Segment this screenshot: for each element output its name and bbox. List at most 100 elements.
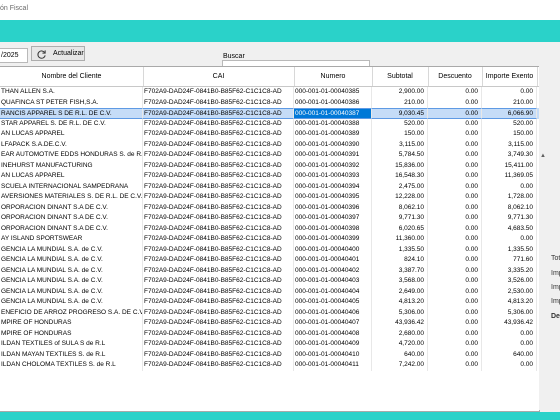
cell-subtotal[interactable]: 2,680.00 [372,328,428,339]
cell-cai[interactable]: F702A9-DAD24F-0841B0-B85F62-C1C1C8-AD [143,276,294,287]
cell-cai[interactable]: F702A9-DAD24F-0841B0-B85F62-C1C1C8-AD [143,244,294,255]
col-header-numero[interactable]: Numero [294,67,373,86]
cell-client-name[interactable]: THAN ALLEN S.A. [0,87,143,98]
cell-exento[interactable]: 210.00 [482,97,537,108]
cell-descuento[interactable]: 0.00 [428,318,482,329]
cell-subtotal[interactable]: 1,335.50 [372,244,428,255]
cell-cai[interactable]: F702A9-DAD24F-0841B0-B85F62-C1C1C8-AD [143,97,294,108]
cell-client-name[interactable]: GENCIA LA MUNDIAL S.A. de C.V. [0,276,143,287]
cell-descuento[interactable]: 0.00 [428,244,482,255]
cell-client-name[interactable]: ORPORACION DINANT S.A DE C.V. [0,202,143,213]
col-header-cai[interactable]: CAI [143,67,295,86]
table-row[interactable]: AVERSIONES MATERIALES S. DE R.L. DE C.V.… [0,192,539,203]
cell-cai[interactable]: F702A9-DAD24F-0841B0-B85F62-C1C1C8-AD [143,108,294,119]
cell-exento[interactable]: 2,530.00 [482,286,537,297]
cell-exento[interactable]: 3,115.00 [482,139,537,150]
cell-descuento[interactable]: 0.00 [428,255,482,266]
cell-descuento[interactable]: 0.00 [428,360,482,371]
cell-client-name[interactable]: GENCIA LA MUNDIAL S.A. de C.V. [0,244,143,255]
cell-exento[interactable]: 3,526.00 [482,276,537,287]
cell-numero[interactable]: 000-001-01-00040397 [294,213,372,224]
cell-cai[interactable]: F702A9-DAD24F-0841B0-B85F62-C1C1C8-AD [143,223,294,234]
cell-descuento[interactable]: 0.00 [428,202,482,213]
cell-subtotal[interactable]: 43,936.42 [372,318,428,329]
cell-client-name[interactable]: ORPORACION DINANT S.A DE C.V. [0,213,143,224]
cell-numero[interactable]: 000-001-01-00040394 [294,181,372,192]
cell-descuento[interactable]: 0.00 [428,286,482,297]
cell-client-name[interactable]: ILDAN TEXTILES of SULA S de R.L [0,339,143,350]
cell-client-name[interactable]: GENCIA LA MUNDIAL S.A. de C.V. [0,265,143,276]
cell-exento[interactable]: 3,749.30 [482,150,537,161]
table-row[interactable]: GENCIA LA MUNDIAL S.A. de C.V. F702A9-DAD… [0,244,539,255]
cell-descuento[interactable]: 0.00 [428,160,482,171]
table-row[interactable]: QUAFINCA ST PETER FISH,S.A. F702A9-DAD24F… [0,97,539,108]
cell-cai[interactable]: F702A9-DAD24F-0841B0-B85F62-C1C1C8-AD [143,118,294,129]
cell-numero[interactable]: 000-001-01-00040404 [294,286,372,297]
cell-exento[interactable]: 150.00 [482,129,537,140]
cell-descuento[interactable]: 0.00 [428,276,482,287]
cell-cai[interactable]: F702A9-DAD24F-0841B0-B85F62-C1C1C8-AD [143,160,294,171]
table-row[interactable]: INEHURST MANUFACTURING F702A9-DAD24F-0841… [0,160,539,171]
cell-cai[interactable]: F702A9-DAD24F-0841B0-B85F62-C1C1C8-AD [143,318,294,329]
cell-exento[interactable]: 0.00 [482,360,537,371]
cell-exento[interactable]: 6,066.90 [482,108,537,119]
cell-numero[interactable]: 000-001-01-00040389 [294,129,372,140]
cell-subtotal[interactable]: 9,030.45 [372,108,428,119]
cell-cai[interactable]: F702A9-DAD24F-0841B0-B85F62-C1C1C8-AD [143,202,294,213]
cell-cai[interactable]: F702A9-DAD24F-0841B0-B85F62-C1C1C8-AD [143,360,294,371]
cell-subtotal[interactable]: 12,228.00 [372,192,428,203]
col-header-name[interactable]: Nombre del Cliente [0,67,144,86]
cell-subtotal[interactable]: 2,649.00 [372,286,428,297]
cell-subtotal[interactable]: 8,062.10 [372,202,428,213]
cell-cai[interactable]: F702A9-DAD24F-0841B0-B85F62-C1C1C8-AD [143,265,294,276]
cell-exento[interactable]: 640.00 [482,349,537,360]
table-row[interactable]: ILDAN MAYAN TEXTILES S. de R.L F702A9-DAD… [0,349,539,360]
cell-numero[interactable]: 000-001-01-00040391 [294,150,372,161]
cell-client-name[interactable]: GENCIA LA MUNDIAL S.A. de C.V. [0,255,143,266]
refresh-button[interactable]: Actualizar [31,46,85,61]
cell-cai[interactable]: F702A9-DAD24F-0841B0-B85F62-C1C1C8-AD [143,297,294,308]
cell-client-name[interactable]: QUAFINCA ST PETER FISH,S.A. [0,97,143,108]
cell-client-name[interactable]: AN LUCAS APPAREL [0,171,143,182]
cell-exento[interactable]: 11,369.05 [482,171,537,182]
table-row[interactable]: GENCIA LA MUNDIAL S.A. de C.V. F702A9-DAD… [0,255,539,266]
cell-subtotal[interactable]: 15,836.00 [372,160,428,171]
table-row[interactable]: GENCIA LA MUNDIAL S.A. de C.V. F702A9-DAD… [0,297,539,308]
cell-cai[interactable]: F702A9-DAD24F-0841B0-B85F62-C1C1C8-AD [143,150,294,161]
table-row[interactable]: GENCIA LA MUNDIAL S.A. de C.V. F702A9-DAD… [0,265,539,276]
cell-numero[interactable]: 000-001-01-00040396 [294,202,372,213]
cell-subtotal[interactable]: 2,475.00 [372,181,428,192]
cell-exento[interactable]: 15,411.00 [482,160,537,171]
cell-cai[interactable]: F702A9-DAD24F-0841B0-B85F62-C1C1C8-AD [143,129,294,140]
table-row[interactable]: GENCIA LA MUNDIAL S.A. de C.V. F702A9-DAD… [0,276,539,287]
table-row[interactable]: MPIRE OF HONDURAS F702A9-DAD24F-0841B0-B8… [0,318,539,329]
table-row[interactable]: AN LUCAS APPAREL F702A9-DAD24F-0841B0-B85… [0,171,539,182]
invoice-grid[interactable]: Nombre del Cliente CAI Numero Subtotal D… [0,66,540,412]
table-row[interactable]: ILDAN CHOLOMA TEXTILES S. de R.L F702A9-D… [0,360,539,371]
cell-descuento[interactable]: 0.00 [428,181,482,192]
cell-client-name[interactable]: MPIRE OF HONDURAS [0,318,143,329]
cell-numero[interactable]: 000-001-01-00040407 [294,318,372,329]
cell-client-name[interactable]: ILDAN MAYAN TEXTILES S. de R.L [0,349,143,360]
cell-subtotal[interactable]: 520.00 [372,118,428,129]
cell-subtotal[interactable]: 3,568.00 [372,276,428,287]
cell-exento[interactable]: 520.00 [482,118,537,129]
cell-subtotal[interactable]: 6,020.65 [372,223,428,234]
cell-subtotal[interactable]: 3,115.00 [372,139,428,150]
cell-numero[interactable]: 000-001-01-00040405 [294,297,372,308]
cell-numero[interactable]: 000-001-01-00040387 [294,108,372,119]
cell-exento[interactable]: 1,728.00 [482,192,537,203]
table-row[interactable]: ORPORACION DINANT S.A DE C.V. F702A9-DAD2… [0,213,539,224]
cell-client-name[interactable]: ENEFICIO DE ARROZ PROGRESO S.A. DE C.V. [0,307,143,318]
cell-exento[interactable]: 0.00 [482,339,537,350]
cell-numero[interactable]: 000-001-01-00040385 [294,87,372,98]
table-row[interactable]: EAR AUTOMOTIVE EDDS HONDURAS S. de R.L. F… [0,150,539,161]
col-header-subtotal[interactable]: Subtotal [372,67,429,86]
cell-descuento[interactable]: 0.00 [428,349,482,360]
cell-cai[interactable]: F702A9-DAD24F-0841B0-B85F62-C1C1C8-AD [143,139,294,150]
table-row[interactable]: THAN ALLEN S.A. F702A9-DAD24F-0841B0-B85F… [0,87,539,98]
cell-exento[interactable]: 0.00 [482,234,537,245]
cell-numero[interactable]: 000-001-01-00040409 [294,339,372,350]
cell-descuento[interactable]: 0.00 [428,213,482,224]
cell-subtotal[interactable]: 5,784.50 [372,150,428,161]
